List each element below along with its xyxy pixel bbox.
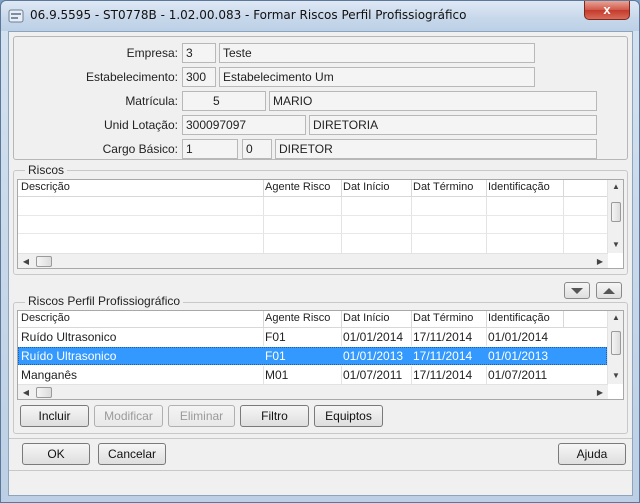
scroll-left-icon[interactable]: ◀ xyxy=(18,388,34,397)
scroll-down-icon[interactable]: ▼ xyxy=(608,240,623,249)
row-agente: F01 xyxy=(265,330,286,344)
scroll-thumb[interactable] xyxy=(36,256,52,267)
perfil-col-identificacao[interactable]: Identificação xyxy=(488,312,550,324)
estabelecimento-name-field[interactable]: Estabelecimento Um xyxy=(219,67,535,87)
scroll-thumb[interactable] xyxy=(36,387,52,398)
riscos-horizontal-scrollbar[interactable]: ◀ ▶ xyxy=(18,253,608,268)
riscos-col-termino[interactable]: Dat Término xyxy=(413,181,473,193)
cancelar-button[interactable]: Cancelar xyxy=(98,443,166,465)
riscos-group-title: Riscos xyxy=(25,163,68,177)
equiptos-button[interactable]: Equiptos xyxy=(314,405,383,427)
cargo-label: Cargo Básico: xyxy=(102,142,178,156)
main-window: 06.9.5595 - ST0778B - 1.02.00.083 - Form… xyxy=(0,0,640,503)
table-row[interactable]: Ruído Ultrasonico F01 01/01/2014 17/11/2… xyxy=(18,328,607,346)
incluir-button[interactable]: Incluir xyxy=(20,405,89,427)
close-icon: x xyxy=(603,2,611,17)
cargo-code-field[interactable]: 1 xyxy=(182,139,238,159)
row-identificacao: 01/07/2011 xyxy=(488,368,548,382)
row-inicio: 01/01/2014 xyxy=(343,330,404,344)
riscos-col-inicio[interactable]: Dat Início xyxy=(343,181,389,193)
dialog-body: Empresa: 3 Teste Estabelecimento: 300 Es… xyxy=(8,31,633,496)
app-icon xyxy=(8,9,24,23)
table-row[interactable]: Manganês M01 01/07/2011 17/11/2014 01/07… xyxy=(18,366,607,384)
row-descricao: Manganês xyxy=(21,368,78,382)
unid-lotacao-label: Unid Lotação: xyxy=(103,118,178,132)
scroll-thumb[interactable] xyxy=(611,331,621,355)
row-descricao: Ruído Ultrasonico xyxy=(21,349,117,363)
perfil-col-descricao[interactable]: Descrição xyxy=(21,312,70,324)
unid-lotacao-code-field[interactable]: 300097097 xyxy=(182,115,306,135)
move-up-button[interactable] xyxy=(596,282,622,299)
riscos-grid-header: Descrição Agente Risco Dat Início Dat Té… xyxy=(18,180,623,197)
matricula-name-field[interactable]: MARIO xyxy=(269,91,597,111)
perfil-vertical-scrollbar[interactable]: ▲ ▼ xyxy=(607,311,623,384)
move-up-icon xyxy=(603,288,615,294)
window-title: 06.9.5595 - ST0778B - 1.02.00.083 - Form… xyxy=(30,8,467,22)
move-down-button[interactable] xyxy=(564,282,590,299)
row-inicio: 01/01/2013 xyxy=(343,349,404,363)
perfil-group-title: Riscos Perfil Profissiográfico xyxy=(25,294,184,308)
scroll-right-icon[interactable]: ▶ xyxy=(592,257,608,266)
scroll-down-icon[interactable]: ▼ xyxy=(608,371,623,380)
matricula-code-field[interactable]: 5 xyxy=(182,91,266,111)
row-agente: F01 xyxy=(265,349,286,363)
eliminar-button[interactable]: Eliminar xyxy=(168,405,235,427)
scroll-left-icon[interactable]: ◀ xyxy=(18,257,34,266)
row-termino: 17/11/2014 xyxy=(413,330,473,344)
scroll-up-icon[interactable]: ▲ xyxy=(608,313,623,322)
cargo-level-field[interactable]: 0 xyxy=(242,139,272,159)
row-identificacao: 01/01/2014 xyxy=(488,330,549,344)
riscos-grid[interactable]: Descrição Agente Risco Dat Início Dat Té… xyxy=(17,179,624,269)
row-agente: M01 xyxy=(265,368,289,382)
employee-info-panel: Empresa: 3 Teste Estabelecimento: 300 Es… xyxy=(13,36,628,160)
row-identificacao: 01/01/2013 xyxy=(488,349,549,363)
perfil-col-termino[interactable]: Dat Término xyxy=(413,312,473,324)
riscos-col-agente[interactable]: Agente Risco xyxy=(265,181,330,193)
move-down-icon xyxy=(571,288,583,294)
row-termino: 17/11/2014 xyxy=(413,349,473,363)
riscos-vertical-scrollbar[interactable]: ▲ ▼ xyxy=(607,180,623,253)
perfil-horizontal-scrollbar[interactable]: ◀ ▶ xyxy=(18,384,608,399)
perfil-grid-header: Descrição Agente Risco Dat Início Dat Té… xyxy=(18,311,623,328)
perfil-col-inicio[interactable]: Dat Início xyxy=(343,312,389,324)
empresa-code-field[interactable]: 3 xyxy=(182,43,216,63)
empresa-name-field[interactable]: Teste xyxy=(219,43,535,63)
scroll-right-icon[interactable]: ▶ xyxy=(592,388,608,397)
scroll-thumb[interactable] xyxy=(611,202,621,222)
row-termino: 17/11/2014 xyxy=(413,368,473,382)
unid-lotacao-name-field[interactable]: DIRETORIA xyxy=(309,115,597,135)
estabelecimento-label: Estabelecimento: xyxy=(85,70,178,84)
scroll-up-icon[interactable]: ▲ xyxy=(608,182,623,191)
ok-button[interactable]: OK xyxy=(22,443,90,465)
matricula-label: Matrícula: xyxy=(125,94,178,108)
filtro-button[interactable]: Filtro xyxy=(240,405,309,427)
riscos-col-identificacao[interactable]: Identificação xyxy=(488,181,550,193)
close-button[interactable]: x xyxy=(584,1,630,20)
table-row-selected[interactable]: Ruído Ultrasonico F01 01/01/2013 17/11/2… xyxy=(18,347,607,365)
ajuda-button[interactable]: Ajuda xyxy=(558,443,626,465)
modificar-button[interactable]: Modificar xyxy=(94,405,163,427)
estabelecimento-code-field[interactable]: 300 xyxy=(182,67,216,87)
title-bar[interactable]: 06.9.5595 - ST0778B - 1.02.00.083 - Form… xyxy=(1,1,639,31)
cargo-name-field[interactable]: DIRETOR xyxy=(275,139,597,159)
perfil-col-agente[interactable]: Agente Risco xyxy=(265,312,330,324)
empresa-label: Empresa: xyxy=(126,46,178,60)
row-descricao: Ruído Ultrasonico xyxy=(21,330,117,344)
riscos-col-descricao[interactable]: Descrição xyxy=(21,181,70,193)
perfil-grid[interactable]: Descrição Agente Risco Dat Início Dat Té… xyxy=(17,310,624,400)
row-inicio: 01/07/2011 xyxy=(343,368,403,382)
